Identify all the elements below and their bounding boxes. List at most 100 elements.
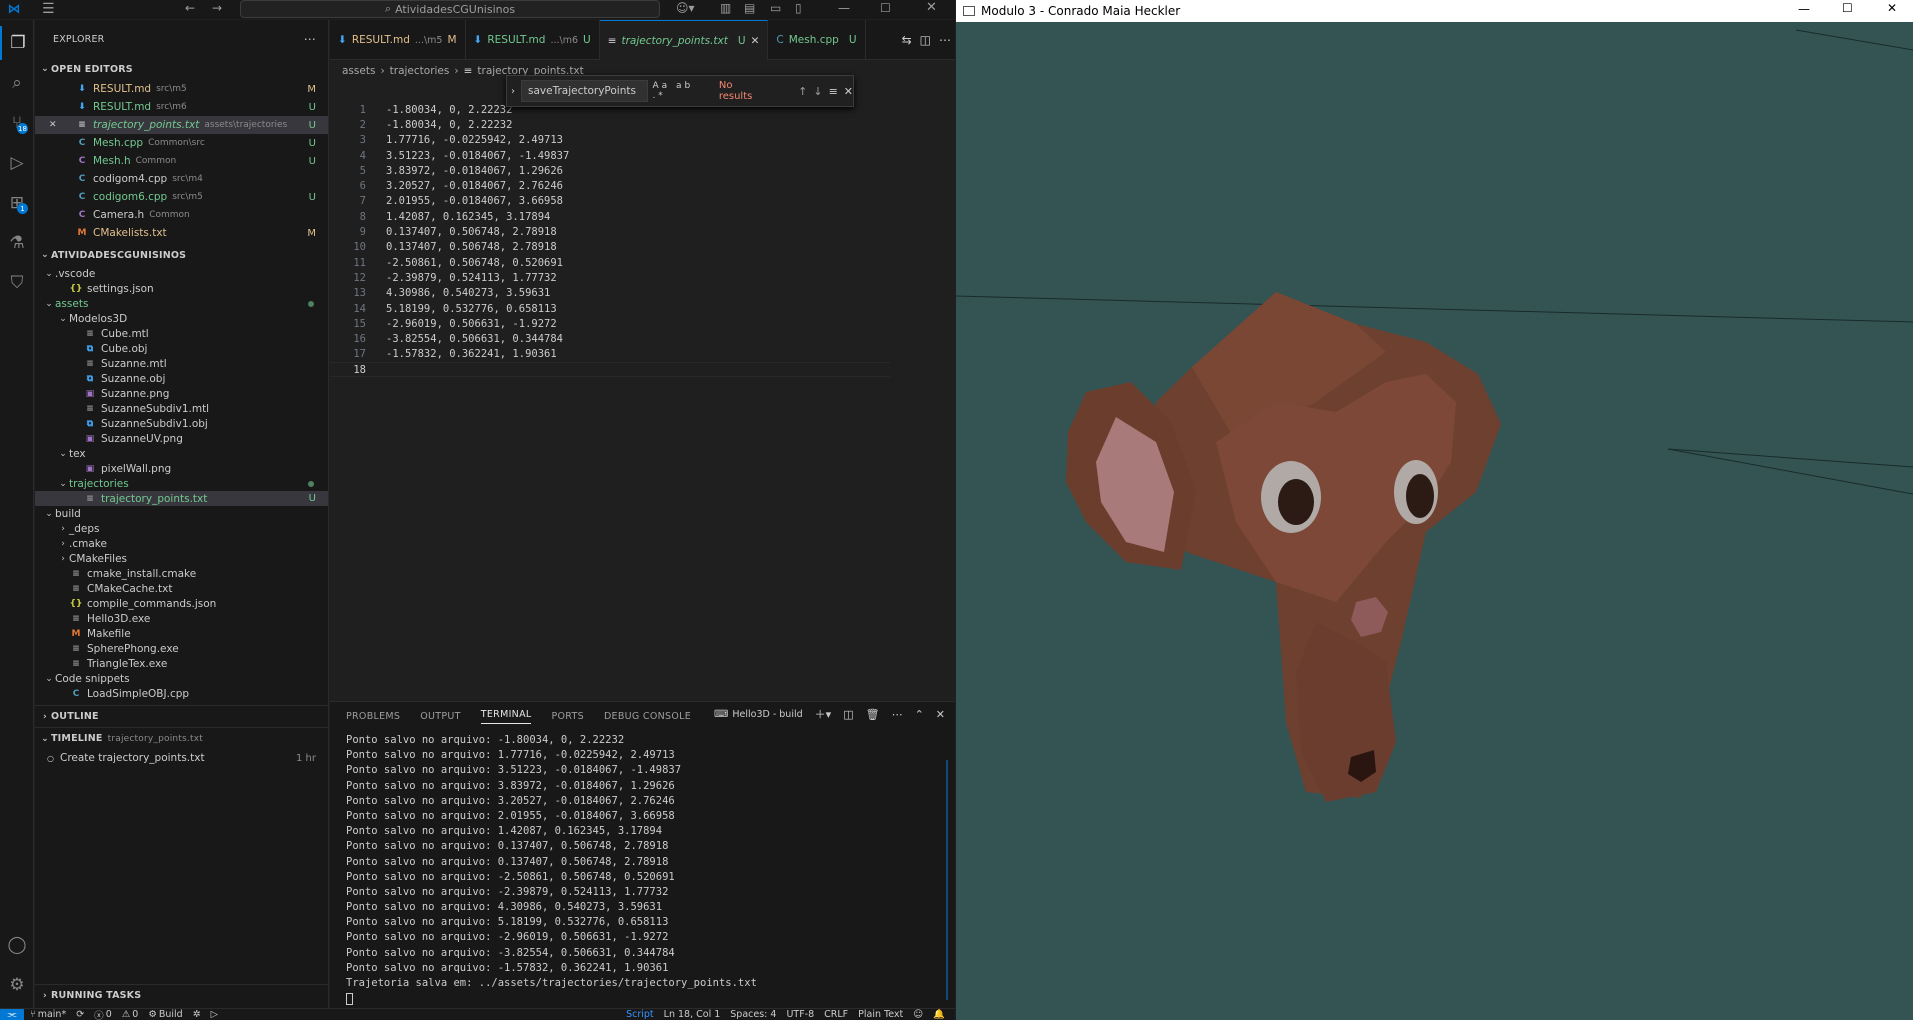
- file-item[interactable]: ▣ pixelWall.png: [35, 461, 328, 476]
- minimize-icon[interactable]: —: [838, 1, 850, 15]
- open-editor-item[interactable]: ⬇ RESULT.md src\m6 U: [35, 98, 328, 116]
- error-count[interactable]: 0: [106, 1009, 112, 1020]
- split-editor-icon[interactable]: ◫: [920, 33, 931, 47]
- copilot-status-icon[interactable]: ☺: [913, 1009, 923, 1020]
- panel-tab-terminal[interactable]: TERMINAL: [480, 709, 532, 724]
- close-panel-icon[interactable]: ✕: [936, 708, 945, 721]
- notifications-bell-icon[interactable]: 🔔: [933, 1009, 945, 1020]
- open-editor-item[interactable]: Ccodigom4.cpp src\m4: [35, 170, 328, 188]
- folder-item[interactable]: › .cmake: [35, 536, 328, 551]
- folder-item[interactable]: ⌄ build: [35, 506, 328, 521]
- editor-tab[interactable]: ⬇ RESULT.md ...\m5 M: [330, 20, 466, 60]
- open-editor-item[interactable]: C Camera.h Common: [35, 206, 328, 224]
- remote-indicator-icon[interactable]: ⫘: [0, 1008, 24, 1020]
- trash-icon[interactable]: 🗑: [866, 708, 880, 721]
- terminal-name[interactable]: Hello3D - build: [732, 709, 802, 720]
- file-item[interactable]: ≡ Cube.mtl: [35, 326, 328, 341]
- more-actions-icon[interactable]: ⋯: [939, 33, 951, 47]
- maximize-panel-icon[interactable]: ⌃: [915, 708, 924, 721]
- file-item[interactable]: ≡ Suzanne.mtl: [35, 356, 328, 371]
- open-editor-item[interactable]: Ccodigom6.cpp src\m5 U: [35, 188, 328, 206]
- copilot-icon[interactable]: ☺▾: [676, 1, 695, 15]
- editor-tab[interactable]: ≡ trajectory_points.txt U ✕: [599, 20, 769, 60]
- encoding[interactable]: UTF-8: [786, 1009, 814, 1020]
- split-terminal-icon[interactable]: ◫: [843, 708, 853, 721]
- open-editor-item[interactable]: C Mesh.h Common U: [35, 152, 328, 170]
- accounts-icon[interactable]: ◯: [0, 928, 34, 962]
- file-item[interactable]: ▣ SuzanneUV.png: [35, 431, 328, 446]
- editor-tab[interactable]: C Mesh.cpp U: [768, 20, 866, 60]
- close-window-icon[interactable]: ✕: [1887, 1, 1897, 15]
- file-item[interactable]: ≡ SuzanneSubdiv1.mtl: [35, 401, 328, 416]
- file-type[interactable]: Plain Text: [858, 1009, 903, 1020]
- match-options-icons[interactable]: Aa ab .*: [652, 81, 708, 101]
- warning-count[interactable]: 0: [132, 1009, 138, 1020]
- folder-item[interactable]: ⌄ tex: [35, 446, 328, 461]
- file-item[interactable]: ≡ Hello3D.exe: [35, 611, 328, 626]
- more-actions-icon[interactable]: ⋯: [304, 32, 316, 46]
- close-tab-icon[interactable]: ✕: [751, 35, 760, 47]
- code-editor[interactable]: 1 -1.80034, 0, 2.22232 2 -1.80034, 0, 2.222…: [330, 102, 890, 378]
- remote-explorer-icon[interactable]: ⛉: [0, 266, 34, 300]
- running-tasks-header[interactable]: › RUNNING TASKS: [35, 984, 328, 1006]
- folder-item[interactable]: › CMakeFiles: [35, 551, 328, 566]
- indentation[interactable]: Spaces: 4: [730, 1009, 776, 1020]
- breadcrumb-assets[interactable]: assets: [342, 65, 375, 77]
- explorer-icon[interactable]: ❐: [0, 26, 34, 60]
- open-editor-item[interactable]: C Mesh.cpp Common\src U: [35, 134, 328, 152]
- panel-tab-debug-console[interactable]: DEBUG CONSOLE: [604, 711, 691, 722]
- file-item[interactable]: ▣ Suzanne.png: [35, 386, 328, 401]
- file-item[interactable]: ⧉ SuzanneSubdiv1.obj: [35, 416, 328, 431]
- folder-item[interactable]: › _deps: [35, 521, 328, 536]
- open-editor-item[interactable]: ✕ ≡ trajectory_points.txt assets\trajectori…: [35, 116, 328, 134]
- timeline-header[interactable]: ⌄ TIMELINE trajectory_points.txt: [35, 727, 328, 749]
- file-item[interactable]: ⧉ Suzanne.obj: [35, 371, 328, 386]
- find-in-selection-icon[interactable]: ≡: [829, 85, 838, 98]
- editor-tab[interactable]: ⬇ RESULT.md ...\m6 U: [466, 20, 600, 60]
- new-terminal-plus-icon[interactable]: ＋▾: [815, 706, 832, 722]
- run-debug-icon[interactable]: ▷: [0, 146, 34, 180]
- testing-icon[interactable]: ⚗: [0, 226, 34, 260]
- outline-header[interactable]: › OUTLINE: [35, 705, 328, 727]
- file-item[interactable]: {} settings.json: [35, 281, 328, 296]
- render-canvas[interactable]: [956, 22, 1913, 1020]
- branch-name[interactable]: main*: [38, 1009, 67, 1020]
- minimize-icon[interactable]: —: [1798, 2, 1810, 16]
- file-item[interactable]: C LoadSimpleOBJ.cpp: [35, 686, 328, 701]
- file-item[interactable]: ≡ TriangleTex.exe: [35, 656, 328, 671]
- language-indicator[interactable]: Script: [626, 1009, 654, 1020]
- file-item[interactable]: M Makefile: [35, 626, 328, 641]
- panel-tab-ports[interactable]: PORTS: [551, 711, 583, 722]
- close-find-icon[interactable]: ✕: [844, 85, 853, 98]
- folder-item[interactable]: ⌄ Code snippets: [35, 671, 328, 686]
- folder-item[interactable]: ⌄ trajectories: [35, 476, 328, 491]
- close-window-icon[interactable]: ✕: [926, 0, 937, 15]
- open-editors-header[interactable]: ⌄ OPEN EDITORS: [35, 58, 328, 80]
- find-input[interactable]: saveTrajectoryPoints: [521, 80, 649, 102]
- previous-match-icon[interactable]: ↑: [798, 85, 807, 98]
- folder-item[interactable]: ⌄ assets: [35, 296, 328, 311]
- file-item[interactable]: ≡ SpherePhong.exe: [35, 641, 328, 656]
- menu-icon[interactable]: ☰: [42, 1, 55, 17]
- layout-icon[interactable]: ▥: [720, 1, 731, 15]
- build-button[interactable]: Build: [159, 1009, 183, 1020]
- panel-tab-problems[interactable]: PROBLEMS: [346, 711, 400, 722]
- timeline-entry[interactable]: ○ Create trajectory_points.txt 1 hr: [35, 749, 328, 767]
- cursor-position[interactable]: Ln 18, Col 1: [664, 1009, 721, 1020]
- file-item[interactable]: ≡ CMakeCache.txt: [35, 581, 328, 596]
- toggle-replace-chevron-icon[interactable]: ›: [511, 86, 515, 97]
- open-editor-item[interactable]: ⬇ RESULT.md src\m5 M: [35, 80, 328, 98]
- file-item[interactable]: ≡ trajectory_points.txt U: [35, 491, 328, 506]
- maximize-icon[interactable]: ☐: [880, 1, 891, 15]
- sync-icon[interactable]: ⟳: [76, 1009, 84, 1020]
- file-item[interactable]: {} compile_commands.json: [35, 596, 328, 611]
- forward-arrow-icon[interactable]: →: [212, 1, 222, 15]
- maximize-icon[interactable]: ☐: [1842, 1, 1853, 15]
- toggle-sidebar-icon[interactable]: ▤: [744, 1, 755, 15]
- terminal-scrollbar[interactable]: [946, 760, 949, 1000]
- search-view-icon[interactable]: ⌕: [0, 66, 34, 100]
- file-item[interactable]: ≡ cmake_install.cmake: [35, 566, 328, 581]
- folder-item[interactable]: ⌄ .vscode: [35, 266, 328, 281]
- panel-tab-output[interactable]: OUTPUT: [420, 711, 461, 722]
- manage-gear-icon[interactable]: ⚙: [0, 968, 34, 1002]
